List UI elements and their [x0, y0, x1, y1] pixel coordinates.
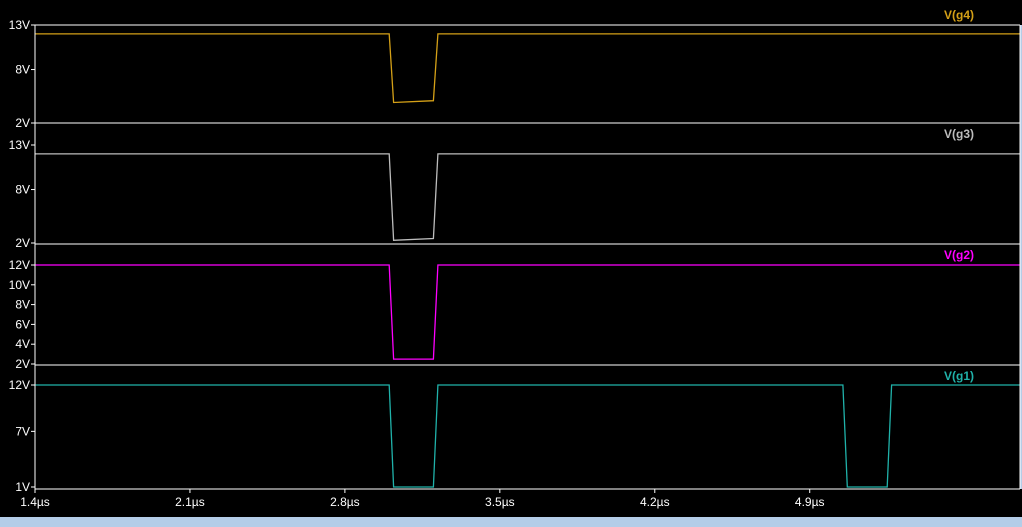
waveform-viewer: 13V 8V 2V V(g4) 13V 8V 2V V(g3) 12V 10V 8V 6V 4V 2V V(… [0, 0, 1022, 522]
waveform-plot: 13V 8V 2V V(g4) 13V 8V 2V V(g3) 12V 10V 8V 6V 4V 2V V(… [0, 0, 1022, 522]
y-tick-label: 10V [9, 278, 30, 292]
legend-label[interactable]: V(g3) [944, 127, 974, 141]
y-tick-label: 1V [15, 480, 30, 494]
y-tick-label: 2V [15, 116, 30, 130]
y-tick-label: 13V [9, 138, 30, 152]
y-tick-label: 6V [15, 317, 30, 331]
legend-label[interactable]: V(g4) [944, 8, 974, 22]
y-tick-label: 13V [9, 18, 30, 32]
y-tick-label: 8V [15, 183, 30, 197]
y-tick-label: 4V [15, 337, 30, 351]
legend-label[interactable]: V(g1) [944, 369, 974, 383]
y-tick-label: 2V [15, 357, 30, 371]
plot-area [35, 25, 1020, 489]
x-tick-label: 2.1µs [175, 495, 205, 509]
window-border [0, 517, 1022, 522]
y-tick-label: 8V [15, 63, 30, 77]
y-tick-label: 2V [15, 236, 30, 250]
x-tick-label: 3.5µs [485, 495, 515, 509]
legend-label[interactable]: V(g2) [944, 248, 974, 262]
y-tick-label: 12V [9, 258, 30, 272]
x-tick-label: 4.2µs [640, 495, 670, 509]
x-tick-label: 4.9µs [795, 495, 825, 509]
x-tick-label: 1.4µs [20, 495, 50, 509]
y-tick-label: 7V [15, 424, 30, 438]
y-tick-label: 8V [15, 298, 30, 312]
y-tick-label: 12V [9, 378, 30, 392]
x-tick-label: 2.8µs [330, 495, 360, 509]
plot-header-strip [0, 0, 1022, 25]
